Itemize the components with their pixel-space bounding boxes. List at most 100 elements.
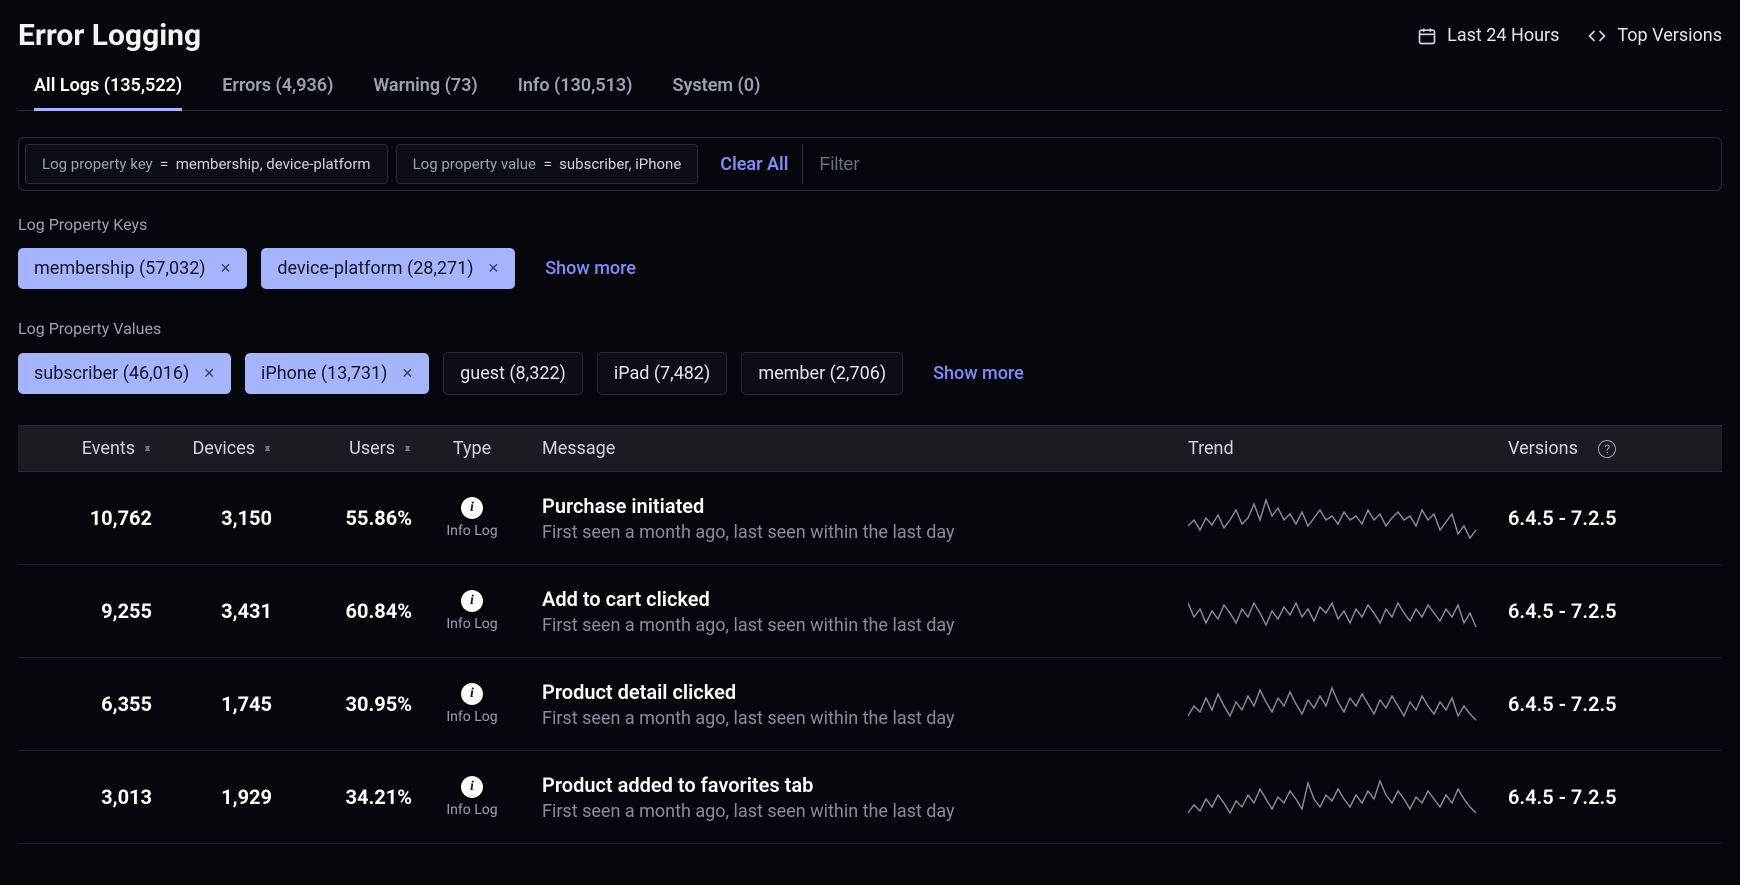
col-trend[interactable]: Trend bbox=[1188, 438, 1508, 459]
cell-versions: 6.4.5 - 7.2.5 bbox=[1508, 785, 1708, 809]
filter-chip-key[interactable]: Log property key = membership, device-pl… bbox=[25, 144, 388, 184]
prop-keys-label: Log Property Keys bbox=[18, 215, 1722, 234]
close-icon[interactable]: ✕ bbox=[401, 366, 413, 382]
cell-message: Product detail clicked First seen a mont… bbox=[532, 680, 1188, 729]
filter-chip-kind: Log property key bbox=[42, 155, 153, 173]
col-message[interactable]: Message bbox=[532, 438, 1188, 459]
cell-versions: 6.4.5 - 7.2.5 bbox=[1508, 506, 1708, 530]
table-header: Events▲▼ Devices▲▼ Users▲▼ Type Message … bbox=[18, 425, 1722, 472]
code-icon bbox=[1587, 26, 1607, 46]
type-label: Info Log bbox=[446, 523, 497, 539]
chip-membership[interactable]: membership (57,032) ✕ bbox=[18, 248, 247, 289]
tab-system[interactable]: System (0) bbox=[673, 75, 761, 110]
cell-devices: 3,150 bbox=[152, 506, 272, 530]
chip-device-platform[interactable]: device-platform (28,271) ✕ bbox=[261, 248, 515, 289]
table-row[interactable]: 10,762 3,150 55.86% i Info Log Purchase … bbox=[18, 472, 1722, 565]
cell-users: 34.21% bbox=[272, 785, 412, 809]
cell-type: i Info Log bbox=[412, 776, 532, 818]
msg-title: Purchase initiated bbox=[542, 494, 1188, 518]
cell-type: i Info Log bbox=[412, 683, 532, 725]
cell-trend bbox=[1188, 583, 1508, 639]
filter-chip-value-eq[interactable]: Log property value = subscriber, iPhone bbox=[396, 144, 699, 184]
cell-devices: 1,745 bbox=[152, 692, 272, 716]
log-table: Events▲▼ Devices▲▼ Users▲▼ Type Message … bbox=[18, 425, 1722, 844]
sparkline-icon bbox=[1188, 583, 1478, 639]
table-row[interactable]: 3,013 1,929 34.21% i Info Log Product ad… bbox=[18, 751, 1722, 844]
prop-values-label: Log Property Values bbox=[18, 319, 1722, 338]
filter-bar: Log property key = membership, device-pl… bbox=[18, 137, 1722, 191]
prop-values-row: subscriber (46,016) ✕ iPhone (13,731) ✕ … bbox=[18, 352, 1722, 395]
cell-devices: 1,929 bbox=[152, 785, 272, 809]
clear-all-button[interactable]: Clear All bbox=[706, 144, 803, 184]
col-devices[interactable]: Devices▲▼ bbox=[152, 438, 272, 459]
cell-trend bbox=[1188, 769, 1508, 825]
info-icon: i bbox=[461, 683, 483, 705]
type-label: Info Log bbox=[446, 709, 497, 725]
page-title: Error Logging bbox=[18, 18, 201, 53]
cell-users: 55.86% bbox=[272, 506, 412, 530]
cell-type: i Info Log bbox=[412, 590, 532, 632]
chip-guest[interactable]: guest (8,322) bbox=[443, 352, 583, 395]
table-row[interactable]: 6,355 1,745 30.95% i Info Log Product de… bbox=[18, 658, 1722, 751]
info-icon: i bbox=[461, 590, 483, 612]
calendar-icon bbox=[1417, 26, 1437, 46]
versions-selector[interactable]: Top Versions bbox=[1587, 25, 1722, 46]
filter-chip-value: membership, device-platform bbox=[176, 155, 371, 173]
tab-errors[interactable]: Errors (4,936) bbox=[222, 75, 333, 110]
msg-title: Product detail clicked bbox=[542, 680, 1188, 704]
cell-users: 60.84% bbox=[272, 599, 412, 623]
sparkline-icon bbox=[1188, 676, 1478, 732]
msg-title: Product added to favorites tab bbox=[542, 773, 1188, 797]
msg-title: Add to cart clicked bbox=[542, 587, 1188, 611]
chip-iphone[interactable]: iPhone (13,731) ✕ bbox=[245, 353, 429, 394]
tab-warning[interactable]: Warning (73) bbox=[373, 75, 477, 110]
cell-message: Product added to favorites tab First see… bbox=[532, 773, 1188, 822]
cell-type: i Info Log bbox=[412, 497, 532, 539]
filter-chip-kind: Log property value bbox=[413, 155, 536, 173]
tab-info[interactable]: Info (130,513) bbox=[518, 75, 633, 110]
prop-keys-row: membership (57,032) ✕ device-platform (2… bbox=[18, 248, 1722, 289]
time-range-selector[interactable]: Last 24 Hours bbox=[1417, 25, 1559, 46]
tab-all-logs[interactable]: All Logs (135,522) bbox=[34, 75, 182, 111]
col-type[interactable]: Type bbox=[412, 438, 532, 459]
show-more-keys[interactable]: Show more bbox=[545, 258, 636, 279]
sparkline-icon bbox=[1188, 490, 1478, 546]
sparkline-icon bbox=[1188, 769, 1478, 825]
msg-sub: First seen a month ago, last seen within… bbox=[542, 708, 1188, 729]
cell-versions: 6.4.5 - 7.2.5 bbox=[1508, 692, 1708, 716]
close-icon[interactable]: ✕ bbox=[220, 261, 232, 277]
chip-label: membership (57,032) bbox=[34, 258, 206, 279]
cell-users: 30.95% bbox=[272, 692, 412, 716]
cell-events: 6,355 bbox=[32, 692, 152, 716]
chip-label: iPhone (13,731) bbox=[261, 363, 387, 384]
help-icon[interactable]: ? bbox=[1598, 440, 1616, 458]
time-range-label: Last 24 Hours bbox=[1447, 25, 1559, 46]
cell-message: Purchase initiated First seen a month ag… bbox=[532, 494, 1188, 543]
chip-member[interactable]: member (2,706) bbox=[741, 352, 903, 395]
chip-ipad[interactable]: iPad (7,482) bbox=[597, 352, 727, 395]
tabs: All Logs (135,522) Errors (4,936) Warnin… bbox=[18, 75, 1722, 111]
show-more-values[interactable]: Show more bbox=[933, 363, 1024, 384]
versions-selector-label: Top Versions bbox=[1617, 25, 1722, 46]
type-label: Info Log bbox=[446, 802, 497, 818]
chip-label: device-platform (28,271) bbox=[277, 258, 473, 279]
cell-devices: 3,431 bbox=[152, 599, 272, 623]
type-label: Info Log bbox=[446, 616, 497, 632]
filter-input[interactable] bbox=[811, 148, 1715, 181]
cell-events: 3,013 bbox=[32, 785, 152, 809]
chip-subscriber[interactable]: subscriber (46,016) ✕ bbox=[18, 353, 231, 394]
close-icon[interactable]: ✕ bbox=[203, 366, 215, 382]
msg-sub: First seen a month ago, last seen within… bbox=[542, 801, 1188, 822]
msg-sub: First seen a month ago, last seen within… bbox=[542, 615, 1188, 636]
info-icon: i bbox=[461, 776, 483, 798]
chip-label: subscriber (46,016) bbox=[34, 363, 189, 384]
cell-events: 9,255 bbox=[32, 599, 152, 623]
cell-trend bbox=[1188, 490, 1508, 546]
close-icon[interactable]: ✕ bbox=[488, 261, 500, 277]
table-row[interactable]: 9,255 3,431 60.84% i Info Log Add to car… bbox=[18, 565, 1722, 658]
col-users[interactable]: Users▲▼ bbox=[272, 438, 412, 459]
col-versions[interactable]: Versions ? bbox=[1508, 438, 1708, 459]
col-events[interactable]: Events▲▼ bbox=[32, 438, 152, 459]
cell-events: 10,762 bbox=[32, 506, 152, 530]
filter-chip-value: subscriber, iPhone bbox=[559, 155, 681, 173]
